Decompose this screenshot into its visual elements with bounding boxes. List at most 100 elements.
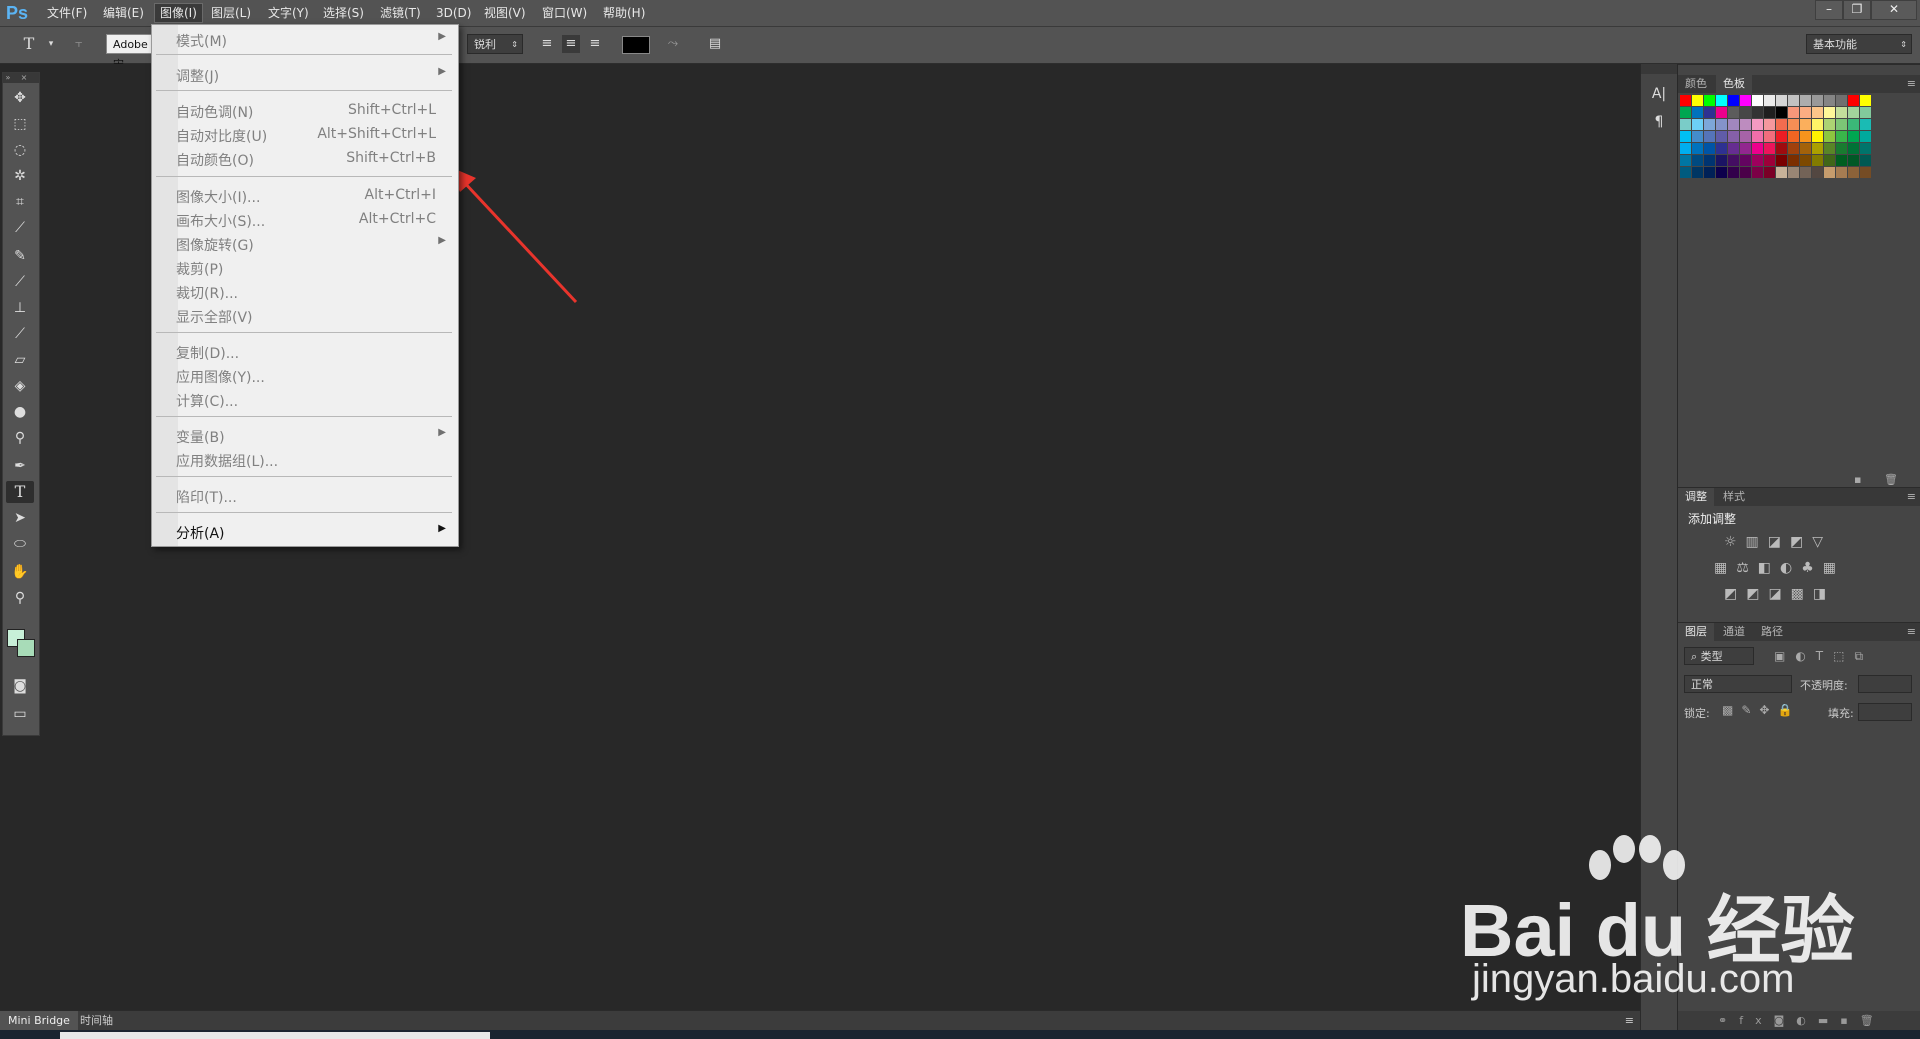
color-swatch[interactable] [1704, 95, 1715, 106]
panel-menu-icon[interactable]: ≡ [1903, 488, 1920, 506]
color-swatch[interactable] [1716, 107, 1727, 118]
color-swatch[interactable] [1752, 167, 1763, 178]
menu-type[interactable]: 文字(Y) [263, 4, 314, 22]
magic-wand-icon[interactable]: ✲ [6, 165, 34, 187]
color-swatch[interactable] [1848, 107, 1859, 118]
color-swatch[interactable] [1824, 107, 1835, 118]
color-swatch[interactable] [1728, 119, 1739, 130]
color-swatch[interactable] [1740, 95, 1751, 106]
color-swatch[interactable] [1788, 131, 1799, 142]
text-color-swatch[interactable] [622, 36, 650, 54]
align-right-icon[interactable]: ≡ [586, 35, 604, 53]
color-swatch[interactable] [1728, 143, 1739, 154]
delete-swatch-icon[interactable]: 🗑 [1884, 473, 1898, 486]
paint-bucket-icon[interactable]: ◈ [6, 375, 34, 397]
color-swatch[interactable] [1800, 107, 1811, 118]
color-swatch[interactable] [1860, 119, 1871, 130]
menu-layer[interactable]: 图层(L) [206, 4, 256, 22]
menu-view[interactable]: 视图(V) [479, 4, 531, 22]
menu-item-image-size[interactable]: 图像大小(I)... Alt+Ctrl+I [152, 185, 456, 207]
menu-edit[interactable]: 编辑(E) [98, 4, 149, 22]
color-swatch[interactable] [1800, 167, 1811, 178]
taskbar-item[interactable] [60, 1032, 490, 1039]
color-swatch[interactable] [1824, 167, 1835, 178]
color-swatch[interactable] [1752, 155, 1763, 166]
color-swatch[interactable] [1704, 107, 1715, 118]
color-swatch[interactable] [1836, 131, 1847, 142]
lock-icons[interactable]: ▩✎✥🔒 [1722, 703, 1800, 717]
color-swatch[interactable] [1812, 167, 1823, 178]
color-swatch[interactable] [1680, 119, 1691, 130]
color-swatch[interactable] [1836, 143, 1847, 154]
clone-stamp-icon[interactable]: ⊥ [6, 297, 34, 319]
color-swatch[interactable] [1788, 119, 1799, 130]
menu-item-mode[interactable]: 模式(M) ▶ [152, 29, 456, 51]
color-swatch[interactable] [1764, 155, 1775, 166]
color-swatch[interactable] [1788, 167, 1799, 178]
color-swatch[interactable] [1836, 95, 1847, 106]
color-swatch[interactable] [1848, 131, 1859, 142]
healing-brush-icon[interactable]: ✎ [6, 245, 34, 267]
character-panel-icon[interactable]: ▤ [706, 35, 724, 53]
color-swatch[interactable] [1704, 167, 1715, 178]
color-swatch[interactable] [1788, 155, 1799, 166]
crop-tool-icon[interactable]: ⌗ [6, 191, 34, 213]
layer-filter-select[interactable]: ⌕ 类型 [1684, 647, 1754, 665]
dock-header[interactable] [1641, 64, 1677, 74]
blend-mode-select[interactable]: 正常 [1684, 675, 1792, 693]
tab-layers[interactable]: 图层 [1678, 623, 1714, 641]
color-swatch[interactable] [1860, 143, 1871, 154]
color-swatch[interactable] [1692, 119, 1703, 130]
color-swatch[interactable] [1800, 95, 1811, 106]
text-orientation-icon[interactable]: ⫟ [70, 35, 88, 53]
eyedropper-icon[interactable]: ⟋ [6, 217, 34, 239]
color-swatch[interactable] [1848, 155, 1859, 166]
color-swatch[interactable] [1764, 119, 1775, 130]
color-swatch[interactable] [1692, 95, 1703, 106]
blur-tool-icon[interactable]: ● [6, 401, 34, 423]
color-swatch[interactable] [1704, 143, 1715, 154]
color-swatch[interactable] [1776, 107, 1787, 118]
menu-item-auto-tone[interactable]: 自动色调(N) Shift+Ctrl+L [152, 100, 456, 122]
color-swatch[interactable] [1764, 107, 1775, 118]
workspace-select[interactable]: 基本功能 ⇕ [1806, 34, 1912, 54]
color-swatch[interactable] [1836, 167, 1847, 178]
tab-adjustments[interactable]: 调整 [1678, 488, 1714, 506]
color-swatch[interactable] [1716, 167, 1727, 178]
color-swatch[interactable] [1716, 143, 1727, 154]
menu-3d[interactable]: 3D(D) [431, 4, 476, 22]
background-color-swatch[interactable] [17, 639, 35, 657]
color-swatch[interactable] [1752, 107, 1763, 118]
color-swatch[interactable] [1692, 167, 1703, 178]
color-swatch[interactable] [1812, 155, 1823, 166]
dodge-tool-icon[interactable]: ⚲ [6, 427, 34, 449]
pen-tool-icon[interactable]: ✒ [6, 455, 34, 477]
menu-item-variables[interactable]: 变量(B) ▶ [152, 425, 456, 447]
move-tool-icon[interactable]: ✥ [6, 87, 34, 109]
zoom-tool-icon[interactable]: ⚲ [6, 587, 34, 609]
eraser-icon[interactable]: ▱ [6, 349, 34, 371]
color-swatch[interactable] [1740, 119, 1751, 130]
color-swatch[interactable] [1848, 95, 1859, 106]
adjustment-icons-row-3[interactable]: ◩◩◪▩◨ [1724, 586, 1835, 602]
color-swatch[interactable] [1740, 107, 1751, 118]
color-swatch[interactable] [1848, 167, 1859, 178]
color-swatch[interactable] [1836, 119, 1847, 130]
menu-file[interactable]: 文件(F) [42, 4, 92, 22]
color-swatch[interactable] [1704, 131, 1715, 142]
new-swatch-icon[interactable]: ▪ [1854, 473, 1861, 486]
color-swatch[interactable] [1740, 131, 1751, 142]
menu-filter[interactable]: 滤镜(T) [375, 4, 426, 22]
color-swatch[interactable] [1764, 131, 1775, 142]
adjustment-icons-row-2[interactable]: ▦⚖◧◐♣▦ [1714, 560, 1845, 576]
menu-item-apply-image[interactable]: 应用图像(Y)... [152, 365, 456, 387]
color-swatch[interactable] [1848, 119, 1859, 130]
ellipse-tool-icon[interactable]: ⬭ [6, 533, 34, 555]
panel-menu-icon[interactable]: ≡ [1903, 623, 1920, 641]
color-swatch[interactable] [1716, 155, 1727, 166]
menu-item-auto-color[interactable]: 自动颜色(O) Shift+Ctrl+B [152, 148, 456, 170]
color-swatch[interactable] [1776, 119, 1787, 130]
brush-tool-icon[interactable]: ⟋ [6, 271, 34, 293]
color-swatch[interactable] [1860, 155, 1871, 166]
align-center-icon[interactable]: ≡ [562, 35, 580, 53]
